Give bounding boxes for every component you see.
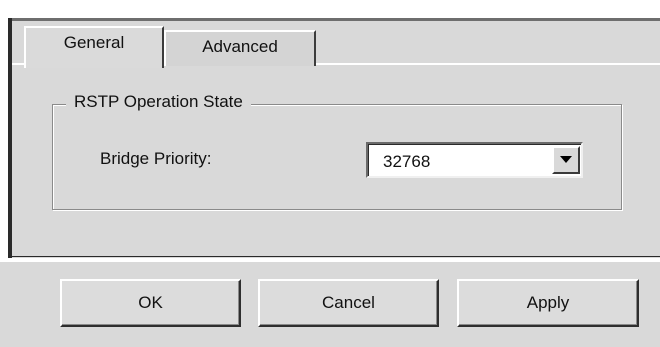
tab-general-label: General bbox=[63, 33, 125, 52]
bridge-priority-dropdown[interactable]: 32768 bbox=[366, 142, 583, 178]
tab-advanced[interactable]: Advanced bbox=[164, 30, 316, 66]
dropdown-arrow-icon bbox=[560, 156, 572, 163]
dropdown-field: 32768 bbox=[368, 144, 581, 176]
group-title: RSTP Operation State bbox=[66, 92, 251, 112]
dialog-window: General Advanced RSTP Operation State Br… bbox=[0, 0, 660, 347]
frame-top-border bbox=[8, 18, 660, 21]
dropdown-arrow-button[interactable] bbox=[552, 146, 580, 174]
ok-button[interactable]: OK bbox=[60, 279, 241, 327]
tab-advanced-label: Advanced bbox=[202, 37, 278, 56]
bridge-priority-value: 32768 bbox=[383, 152, 431, 171]
cancel-button[interactable]: Cancel bbox=[258, 279, 439, 327]
tab-general[interactable]: General bbox=[24, 26, 164, 68]
bridge-priority-label: Bridge Priority: bbox=[100, 149, 212, 168]
apply-button[interactable]: Apply bbox=[457, 279, 639, 327]
